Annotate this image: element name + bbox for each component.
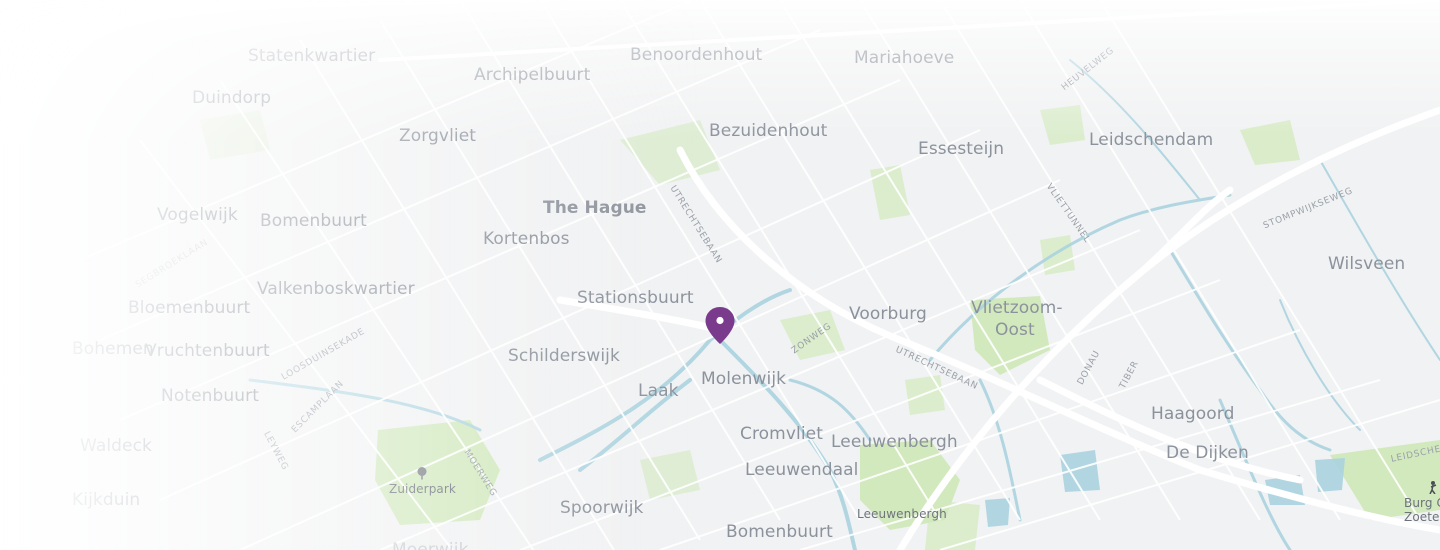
area-label: Stationsbuurt [577, 288, 694, 308]
area-label: Laak [638, 381, 679, 401]
area-label: Leeuwendaal [745, 460, 859, 480]
area-label: Vlietzoom- [971, 298, 1063, 318]
map[interactable]: Statenkwartier Archipelbuurt Duindorp Be… [0, 0, 1440, 550]
area-label: Bohemen [72, 339, 154, 359]
city-label: The Hague [543, 198, 647, 218]
area-label: Valkenboskwartier [257, 279, 415, 299]
map-pin-icon[interactable] [704, 306, 736, 346]
area-label: Essesteijn [918, 139, 1005, 159]
area-label: Mariahoeve [854, 48, 955, 68]
area-label: De Dijken [1166, 443, 1249, 463]
area-label: Molenwijk [701, 369, 787, 389]
tree-icon [417, 467, 427, 480]
area-label: Notenbuurt [161, 386, 260, 406]
area-label: Moerwijk [392, 540, 469, 550]
poi-zuiderpark[interactable]: Zuiderpark [389, 466, 456, 496]
area-label: Duindorp [192, 88, 272, 108]
area-label: Oost [995, 320, 1035, 340]
poi-label: Zuiderpark [389, 482, 456, 496]
area-label: Waldeck [80, 436, 153, 456]
area-label: Bloemenbuurt [128, 298, 251, 318]
area-label: Spoorwijk [560, 498, 644, 518]
area-label: Bomenbuurt [726, 522, 833, 542]
area-label: Vogelwijk [157, 205, 238, 225]
poi-golf-course[interactable]: Burg C Zoeterm [1404, 480, 1440, 524]
area-label: Bezuidenhout [709, 121, 828, 141]
map-base-layer [79, 0, 1440, 550]
area-label: Statenkwartier [248, 46, 376, 66]
area-label: Benoordenhout [630, 45, 763, 65]
area-label: Zorgvliet [399, 126, 477, 146]
area-label: Cromvliet [740, 424, 823, 444]
area-label: Voorburg [849, 304, 927, 324]
area-label: Schilderswijk [508, 346, 620, 366]
area-label: Haagoord [1151, 404, 1235, 424]
poi-label: Burg C [1404, 496, 1440, 510]
area-label: Kortenbos [483, 229, 570, 249]
small-area-label: Leeuwenbergh [857, 507, 947, 521]
area-label: Kijkduin [72, 490, 141, 510]
area-label: Leidschendam [1089, 130, 1214, 150]
area-label: Vruchtenbuurt [145, 341, 270, 361]
golf-icon [1429, 481, 1437, 494]
poi-label: Zoeterm [1404, 510, 1440, 524]
area-label: Wilsveen [1328, 254, 1406, 274]
area-label: Archipelbuurt [474, 65, 591, 85]
area-label: Leeuwenbergh [831, 432, 958, 452]
area-label: Bomenbuurt [260, 211, 367, 231]
